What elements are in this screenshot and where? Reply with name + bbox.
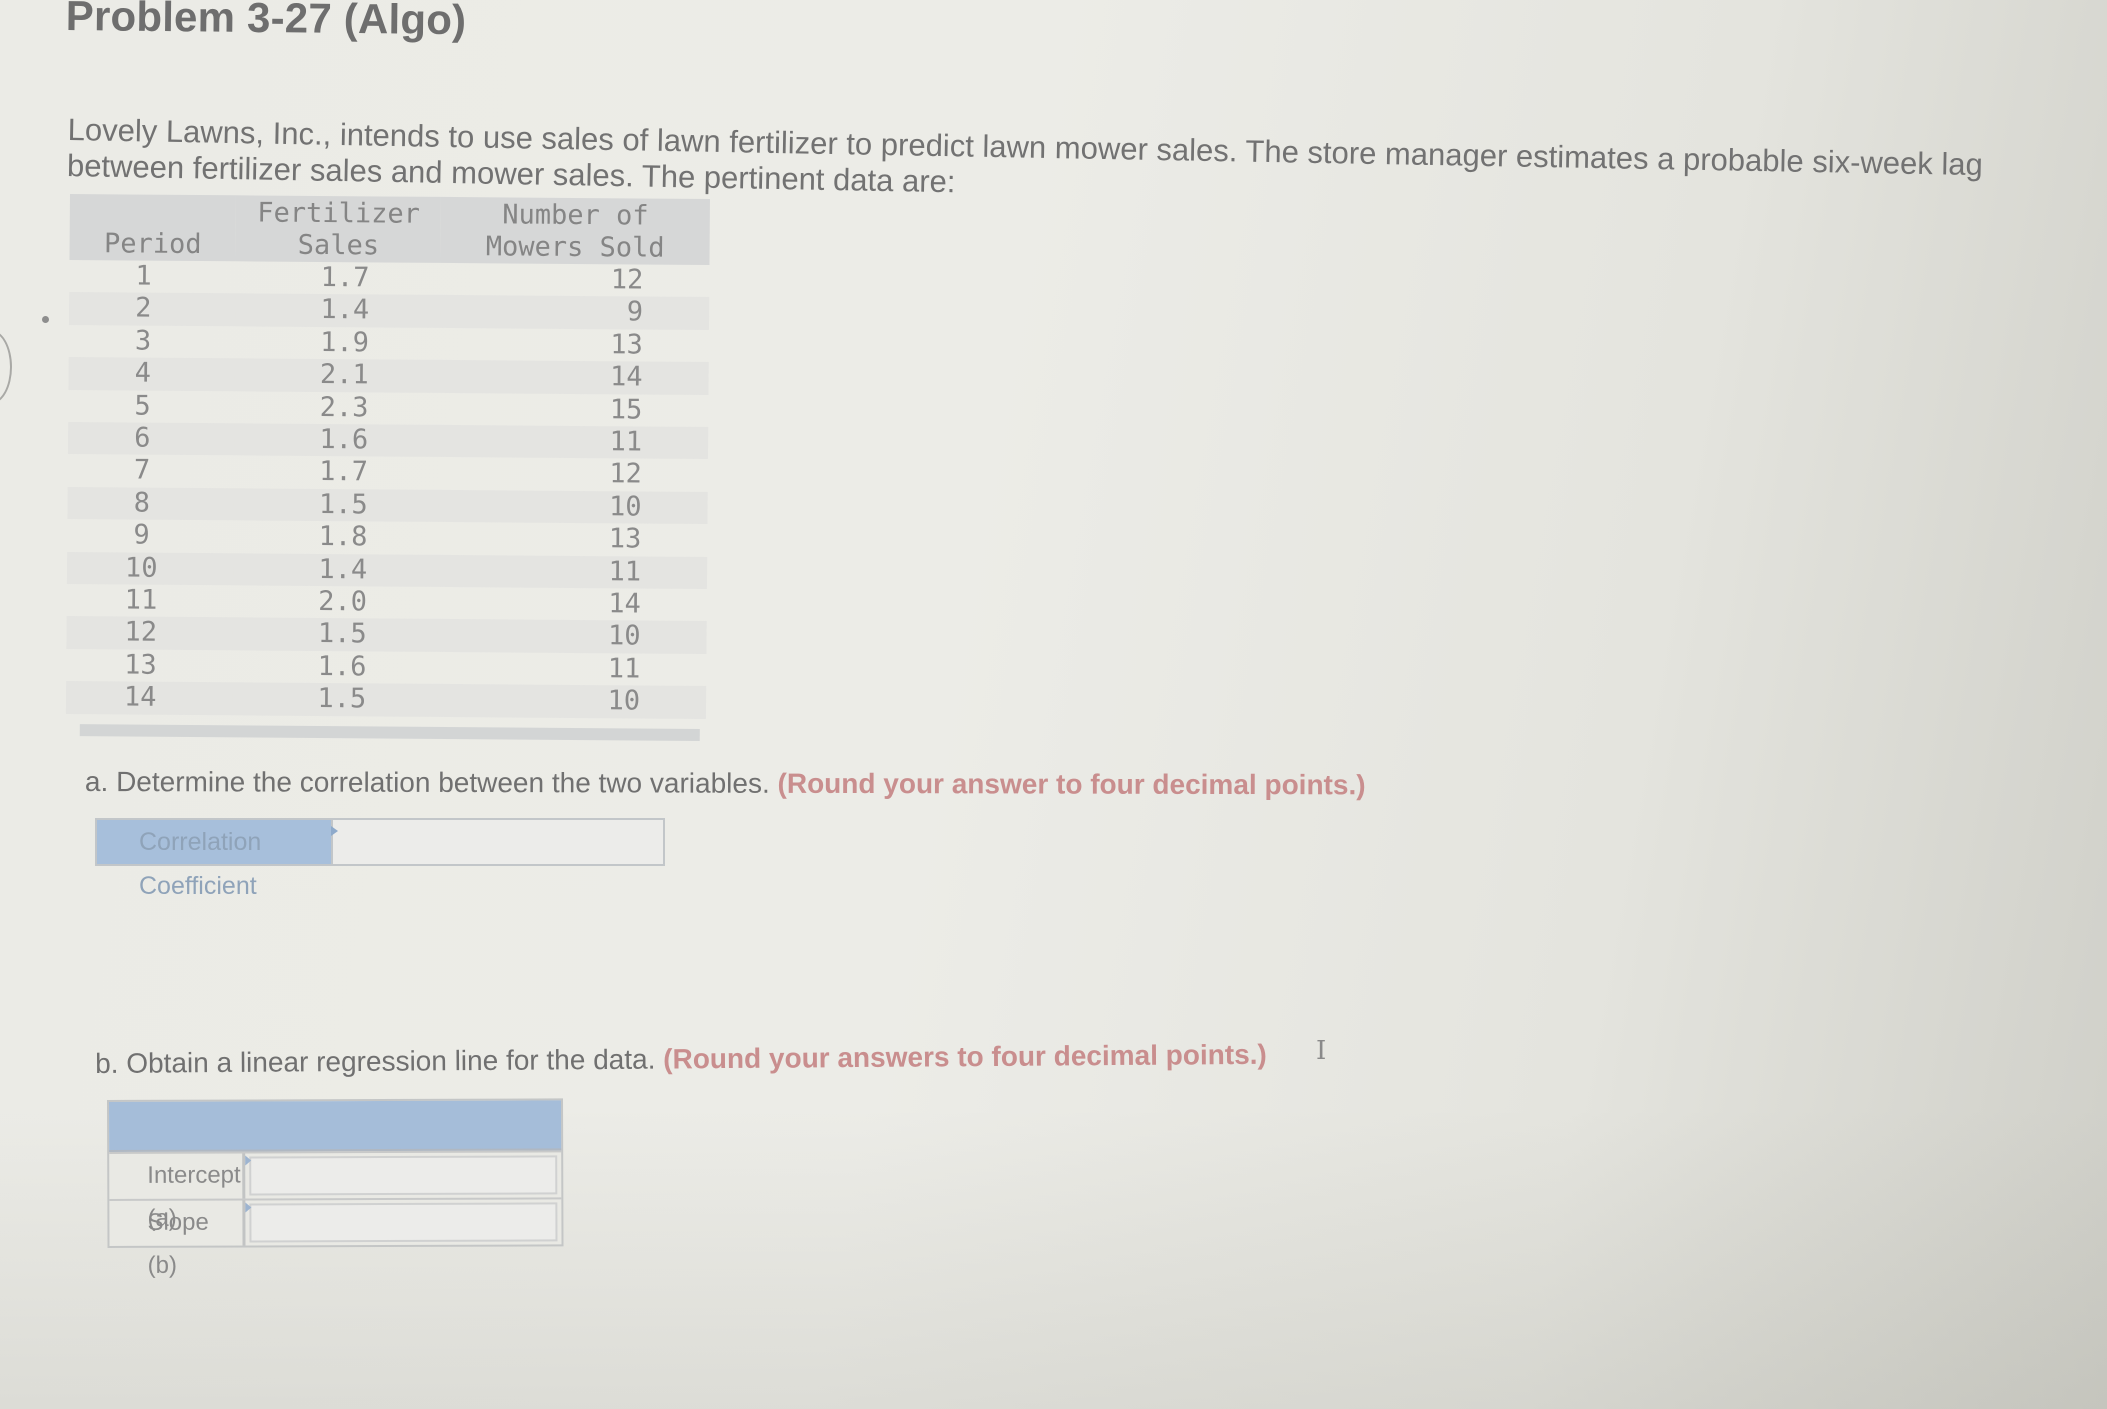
cell-mowers: 15 <box>609 393 643 426</box>
cell-mowers: 11 <box>607 653 641 685</box>
table-row: 1 1.7 12 <box>69 260 709 297</box>
cell-mowers: 10 <box>437 619 707 654</box>
data-table-body: 1 1.7 12 2 1.4 9 3 1.9 13 4 2.1 14 5 2.3 15 6 1.6 11… <box>65 260 710 719</box>
part-b-hint: (Round your answers to four decimal poin… <box>663 1038 1267 1075</box>
text-cursor-icon: I <box>1316 1036 1327 1066</box>
table-row: 6 1.6 11 <box>67 422 709 460</box>
slope-label: Slope (b) <box>109 1200 246 1279</box>
cell-fertilizer: 1.4 <box>235 293 441 328</box>
cell-fertilizer: 1.4 <box>233 552 439 587</box>
cell-mowers: 14 <box>608 588 641 620</box>
cell-period: 1 <box>135 260 152 292</box>
cell-fertilizer: 2.0 <box>318 586 368 618</box>
table-row: 9 1.8 13 <box>67 519 707 556</box>
header-mowers-line2: Mowers Sold <box>485 231 665 264</box>
cell-fertilizer: 1.6 <box>317 650 367 683</box>
cell-mowers: 11 <box>439 424 709 460</box>
cell-period: 11 <box>124 584 158 616</box>
cell-period: 14 <box>65 681 233 715</box>
cell-period: 9 <box>133 519 150 551</box>
table-row: 3 1.9 13 <box>69 325 709 362</box>
stray-dot <box>42 316 49 323</box>
cell-mowers: 9 <box>440 295 710 330</box>
data-table: Period Fertilizer Sales Number of Mowers… <box>65 194 710 719</box>
table-row: 13 1.6 11 <box>66 649 706 686</box>
cell-mowers: 10 <box>437 684 707 719</box>
intercept-input[interactable] <box>249 1155 558 1196</box>
slope-input[interactable] <box>249 1202 558 1243</box>
cell-fertilizer: 2.1 <box>234 358 440 393</box>
table-row: 7 1.7 12 <box>68 454 708 491</box>
cell-mowers: 10 <box>438 489 708 525</box>
cell-period: 8 <box>67 486 235 521</box>
table-row: 4 2.1 14 <box>68 357 709 395</box>
intercept-label: Intercept (a) <box>109 1153 246 1232</box>
part-b-question: b. Obtain a linear regression line for t… <box>95 1039 1267 1080</box>
header-fertilizer-line2: Sales <box>297 229 380 262</box>
header-fertilizer: Fertilizer Sales <box>235 195 442 263</box>
header-period: Period <box>69 194 237 262</box>
cell-mowers: 13 <box>610 329 643 361</box>
part-a-question: a. Determine the correlation between the… <box>85 766 1366 801</box>
regression-row-intercept: Intercept (a) <box>109 1150 562 1232</box>
cell-mowers: 11 <box>438 554 708 590</box>
header-period-label: Period <box>103 228 202 261</box>
cell-fertilizer: 1.7 <box>320 261 370 294</box>
cell-fertilizer: 1.5 <box>232 617 438 652</box>
page-title: Problem 3-27 (Algo) <box>65 0 467 44</box>
cell-mowers: 12 <box>610 264 644 296</box>
table-row: 8 1.5 10 <box>67 486 708 525</box>
cell-period: 3 <box>134 325 152 357</box>
table-row: 11 2.0 14 <box>67 584 707 621</box>
cell-fertilizer: 1.8 <box>318 521 368 553</box>
table-row: 5 2.3 15 <box>68 390 708 427</box>
cell-mowers: 14 <box>439 360 709 395</box>
cell-fertilizer: 1.7 <box>319 456 369 488</box>
header-mowers-line1: Number of <box>502 199 649 232</box>
table-footer-bar <box>79 723 700 741</box>
cell-period: 4 <box>68 357 236 391</box>
data-table-header: Period Fertilizer Sales Number of Mowers… <box>69 194 710 266</box>
cell-fertilizer: 1.5 <box>233 488 439 523</box>
table-row: 14 1.5 10 <box>65 681 707 719</box>
regression-table-header <box>109 1100 562 1152</box>
part-b-text: b. Obtain a linear regression line for t… <box>95 1043 656 1079</box>
part-a-hint: (Round your answer to four decimal point… <box>777 767 1366 801</box>
regression-row-slope: Slope (b) <box>109 1197 562 1279</box>
cell-period: 13 <box>124 649 157 681</box>
cell-fertilizer: 1.6 <box>234 423 440 458</box>
correlation-input[interactable] <box>331 820 663 864</box>
cell-period: 5 <box>134 390 151 422</box>
correlation-label: Correlation Coefficient <box>97 820 338 900</box>
cell-mowers: 13 <box>608 523 642 555</box>
cell-period: 10 <box>66 551 234 586</box>
data-table-container: Period Fertilizer Sales Number of Mowers… <box>65 194 710 741</box>
cell-mowers: 12 <box>609 458 642 490</box>
part-a-text: a. Determine the correlation between the… <box>84 766 770 799</box>
cell-period: 12 <box>66 616 234 651</box>
table-row: 2 1.4 9 <box>68 292 710 330</box>
cell-fertilizer: 1.5 <box>232 682 438 717</box>
table-row: 12 1.5 10 <box>66 616 707 654</box>
header-fertilizer-line1: Fertilizer <box>257 197 421 230</box>
correlation-answer-box: Correlation Coefficient <box>95 818 665 900</box>
cell-fertilizer: 1.9 <box>320 326 370 359</box>
regression-answer-table: Intercept (a) Slope (b) <box>107 1098 564 1279</box>
edge-artifact <box>0 330 12 404</box>
cell-fertilizer: 2.3 <box>319 391 369 423</box>
cell-period: 2 <box>68 292 236 327</box>
header-mowers: Number of Mowers Sold <box>440 196 710 266</box>
cell-period: 7 <box>133 454 151 487</box>
cell-period: 6 <box>67 422 235 456</box>
table-row: 10 1.4 11 <box>66 551 708 590</box>
